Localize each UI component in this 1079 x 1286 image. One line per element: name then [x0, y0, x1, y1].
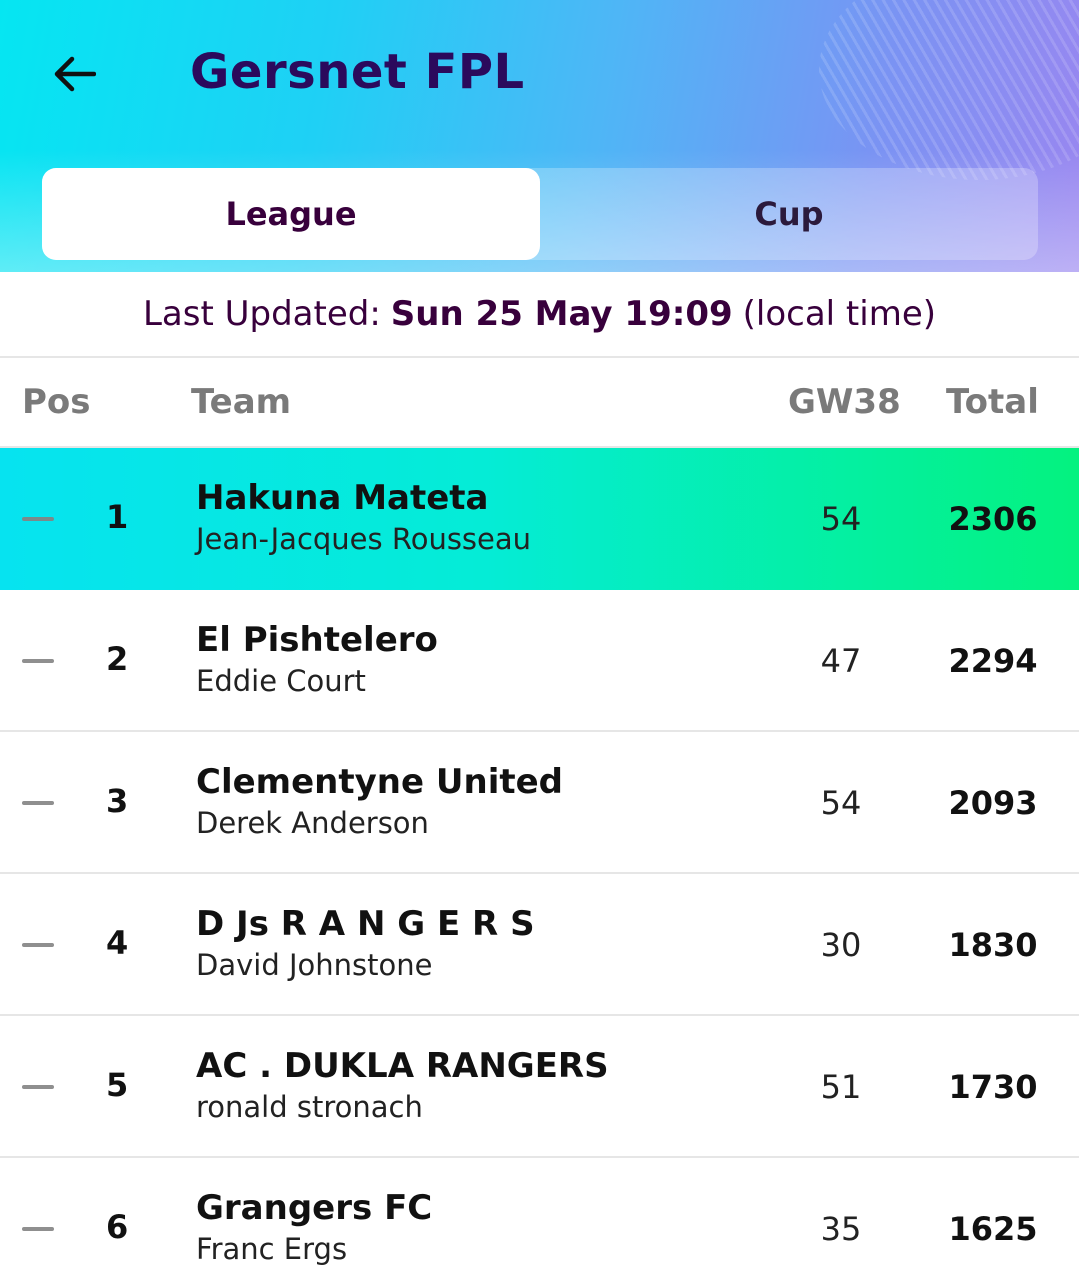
gameweek-points: 51 [820, 1068, 862, 1106]
team-name: AC . DUKLA RANGERS [196, 1046, 609, 1086]
standings-row[interactable]: 6 Grangers FC Franc Ergs 35 1625 [0, 1158, 1079, 1286]
no-change-icon [22, 1227, 54, 1231]
total-points: 1625 [948, 1210, 1038, 1248]
standings-list: 1 Hakuna Mateta Jean-Jacques Rousseau 54… [0, 448, 1079, 1286]
last-updated: Last Updated: Sun 25 May 19:09 (local ti… [0, 272, 1079, 358]
standings-header: Pos Team GW38 Total [0, 360, 1079, 448]
rank: 5 [106, 1066, 129, 1104]
gameweek-points: 30 [820, 926, 862, 964]
total-points: 2306 [948, 500, 1038, 538]
league-header: Gersnet FPL League Cup [0, 0, 1079, 272]
team-name: Clementyne United [196, 762, 563, 802]
manager-name: Franc Ergs [196, 1232, 348, 1266]
no-change-icon [22, 659, 54, 663]
rank: 1 [106, 498, 129, 536]
team-name: Hakuna Mateta [196, 478, 489, 518]
total-points: 2093 [948, 784, 1038, 822]
manager-name: Derek Anderson [196, 806, 429, 840]
gameweek-points: 54 [820, 784, 862, 822]
gameweek-points: 47 [820, 642, 862, 680]
tab-league[interactable]: League [42, 168, 540, 260]
rank: 4 [106, 924, 129, 962]
no-change-icon [22, 1085, 54, 1089]
manager-name: David Johnstone [196, 948, 433, 982]
tab-cup[interactable]: Cup [540, 168, 1038, 260]
rank: 2 [106, 640, 129, 678]
tab-bar: League Cup [42, 168, 1038, 260]
gameweek-points: 35 [820, 1210, 862, 1248]
total-points: 2294 [948, 642, 1038, 680]
column-header-gw: GW38 [788, 382, 901, 422]
team-name: El Pishtelero [196, 620, 438, 660]
standings-row[interactable]: 2 El Pishtelero Eddie Court 47 2294 [0, 590, 1079, 732]
standings-row[interactable]: 5 AC . DUKLA RANGERS ronald stronach 51 … [0, 1016, 1079, 1158]
total-points: 1830 [948, 926, 1038, 964]
gameweek-points: 54 [820, 500, 862, 538]
rank: 3 [106, 782, 129, 820]
no-change-icon [22, 943, 54, 947]
manager-name: Eddie Court [196, 664, 366, 698]
no-change-icon [22, 517, 54, 521]
rank: 6 [106, 1208, 129, 1246]
total-points: 1730 [948, 1068, 1038, 1106]
team-name: D Js R A N G E R S [196, 904, 535, 944]
standings-row[interactable]: 3 Clementyne United Derek Anderson 54 20… [0, 732, 1079, 874]
arrow-left-icon [54, 56, 96, 92]
standings-row[interactable]: 4 D Js R A N G E R S David Johnstone 30 … [0, 874, 1079, 1016]
manager-name: ronald stronach [196, 1090, 423, 1124]
back-button[interactable] [48, 48, 100, 100]
page-title: Gersnet FPL [190, 44, 525, 100]
last-updated-datetime: Sun 25 May 19:09 [390, 294, 733, 334]
last-updated-suffix: (local time) [742, 294, 937, 334]
no-change-icon [22, 801, 54, 805]
team-name: Grangers FC [196, 1188, 433, 1228]
column-header-total: Total [946, 382, 1039, 422]
manager-name: Jean-Jacques Rousseau [196, 522, 532, 556]
column-header-pos: Pos [22, 382, 91, 422]
standings-row[interactable]: 1 Hakuna Mateta Jean-Jacques Rousseau 54… [0, 448, 1079, 590]
last-updated-prefix: Last Updated: [142, 294, 381, 334]
column-header-team: Team [191, 382, 292, 422]
